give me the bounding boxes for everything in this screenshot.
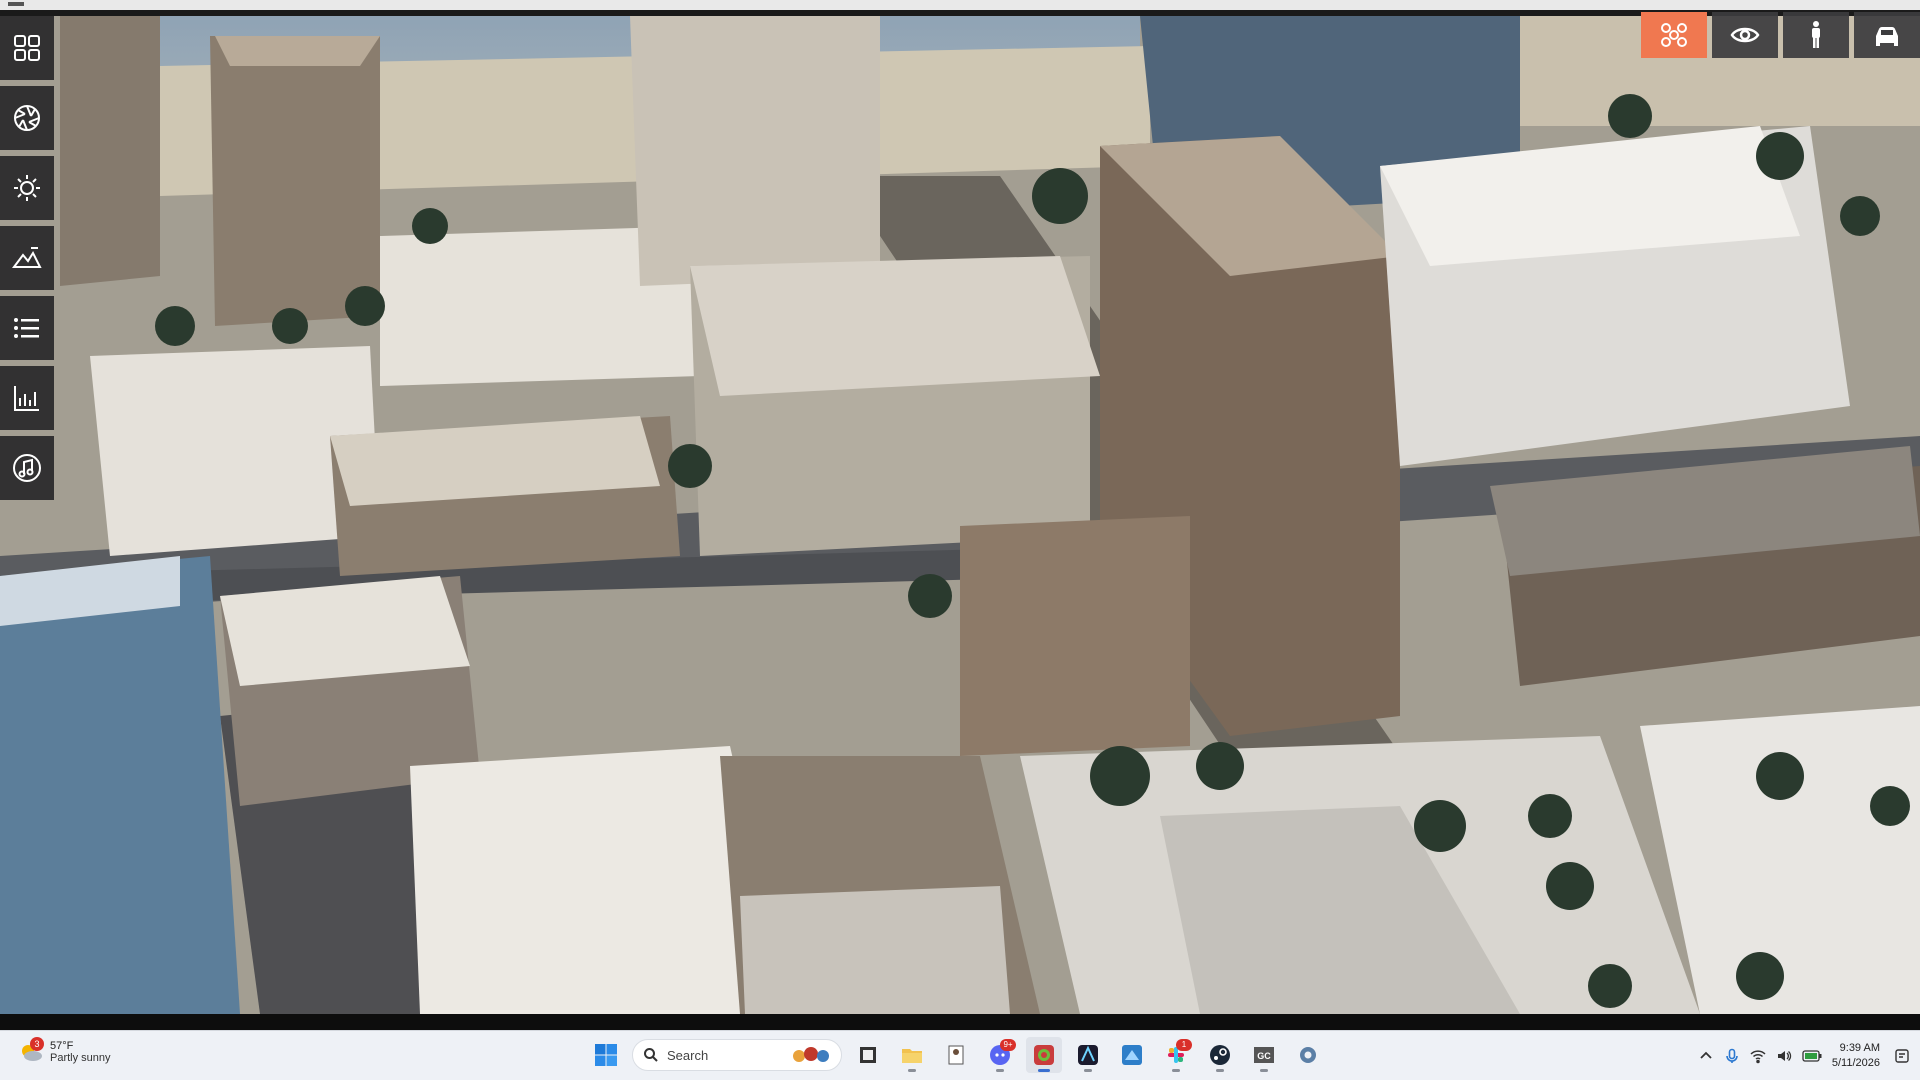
- battery-icon[interactable]: [1802, 1049, 1822, 1063]
- city-3d-viewport[interactable]: [0, 16, 1920, 1014]
- gc-icon[interactable]: GC: [1246, 1037, 1282, 1073]
- taskbar-clock[interactable]: 9:39 AM 5/11/2026: [1832, 1041, 1880, 1071]
- list-icon[interactable]: [0, 296, 54, 360]
- file-viewer-icon[interactable]: [850, 1037, 886, 1073]
- pedestrian-icon[interactable]: [1783, 12, 1849, 58]
- clock-date: 5/11/2026: [1831, 1057, 1880, 1069]
- slack-icon[interactable]: 1: [1158, 1037, 1194, 1073]
- eye-icon[interactable]: [1712, 12, 1778, 58]
- weather-widget[interactable]: 3 57°F Partly sunny: [18, 1037, 111, 1065]
- clock-time: 9:39 AM: [1839, 1042, 1880, 1054]
- svg-text:GC: GC: [1257, 1051, 1271, 1061]
- tool-rail: [0, 16, 54, 506]
- search-highlight-icon: [793, 1047, 829, 1062]
- bar-chart-icon[interactable]: [0, 366, 54, 430]
- taskbar-apps: Search 9+ 1 GC: [588, 1037, 1326, 1073]
- aperture-icon[interactable]: [0, 86, 54, 150]
- search-icon: [644, 1048, 658, 1062]
- weather-temperature: 57°F: [50, 1040, 74, 1052]
- music-icon[interactable]: [0, 436, 54, 500]
- weather-condition: Partly sunny: [50, 1052, 111, 1064]
- car-icon[interactable]: [1854, 12, 1920, 58]
- drone-mode-icon[interactable]: [1641, 12, 1707, 58]
- volume-icon[interactable]: [1776, 1048, 1792, 1064]
- discord-badge: 9+: [1000, 1039, 1016, 1051]
- taskbar: 3 57°F Partly sunny Search 9+ 1 GC 9:39 …: [0, 1030, 1920, 1080]
- grid-icon[interactable]: [0, 16, 54, 80]
- app-green-icon[interactable]: [1026, 1037, 1062, 1073]
- app-blue-icon[interactable]: [1114, 1037, 1150, 1073]
- partly-sunny-icon: 3: [18, 1037, 44, 1065]
- viewport-bottom-bar: [0, 1014, 1920, 1030]
- system-tray: 9:39 AM 5/11/2026: [1698, 1031, 1920, 1080]
- weather-badge: 3: [30, 1037, 44, 1051]
- window-title-strip: [0, 0, 1920, 16]
- terrain-icon[interactable]: [0, 226, 54, 290]
- affinity-icon[interactable]: [1070, 1037, 1106, 1073]
- notification-icon[interactable]: [1894, 1048, 1910, 1064]
- city-scene: [0, 16, 1920, 1014]
- file-explorer-icon[interactable]: [894, 1037, 930, 1073]
- microphone-icon[interactable]: [1724, 1048, 1740, 1064]
- taskbar-search[interactable]: Search: [632, 1039, 842, 1071]
- sun-icon[interactable]: [0, 156, 54, 220]
- window-menu-icon[interactable]: [8, 2, 24, 6]
- start-icon[interactable]: [588, 1037, 624, 1073]
- steam-icon[interactable]: [1202, 1037, 1238, 1073]
- wifi-icon[interactable]: [1750, 1048, 1766, 1064]
- search-placeholder: Search: [667, 1047, 709, 1063]
- notepad-icon[interactable]: [938, 1037, 974, 1073]
- settings-icon[interactable]: [1290, 1037, 1326, 1073]
- chevron-up-icon[interactable]: [1698, 1048, 1714, 1064]
- discord-icon[interactable]: 9+: [982, 1037, 1018, 1073]
- slack-badge: 1: [1176, 1039, 1192, 1051]
- camera-mode-toolbar: [1641, 12, 1920, 58]
- desktop-screen: 3 57°F Partly sunny Search 9+ 1 GC 9:39 …: [0, 0, 1920, 1080]
